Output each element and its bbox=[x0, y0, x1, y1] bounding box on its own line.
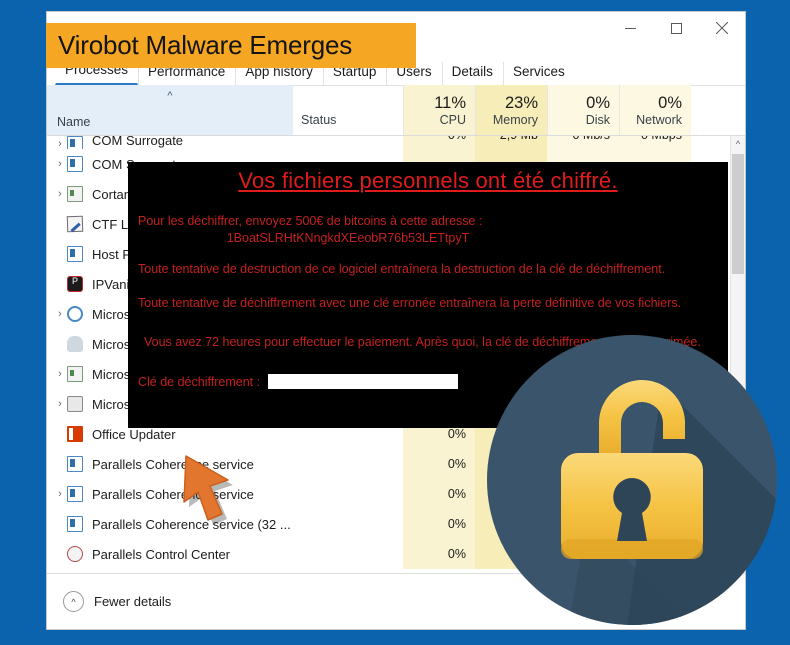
maximize-button[interactable] bbox=[653, 12, 699, 44]
process-disk: 0 Mb/s bbox=[547, 136, 619, 149]
tab-details[interactable]: Details bbox=[441, 62, 503, 85]
office-icon bbox=[67, 426, 83, 442]
screenshot-root: Task Manager Processes Performance App h… bbox=[0, 0, 790, 645]
process-name: COM Surrogate bbox=[92, 136, 184, 148]
network-total-value: 0% bbox=[658, 94, 682, 113]
scroll-up-icon[interactable]: ^ bbox=[731, 136, 745, 152]
cpu-total-value: 11% bbox=[434, 94, 466, 113]
bitcoin-address: 1BoatSLRHtKNngkdXEeobR76b53LETtpyT bbox=[226, 231, 470, 245]
ransom-warning-wrong-key: Toute tentative de déchiffrement avec un… bbox=[138, 296, 682, 310]
process-cpu: 0% bbox=[403, 449, 475, 479]
window-blue-icon bbox=[67, 136, 83, 149]
maximize-icon bbox=[670, 22, 682, 34]
window-blue-icon bbox=[67, 156, 83, 172]
window-green-icon bbox=[67, 186, 83, 202]
ransom-payment-instruction: Pour les déchiffrer, envoyez 500€ de bit… bbox=[138, 214, 483, 228]
column-header-cpu[interactable]: 11% CPU bbox=[403, 85, 475, 135]
shell-icon bbox=[67, 396, 83, 412]
table-row[interactable]: › COM Surrogate 0% 2,9 Mb 0 Mb/s 0 Mbps bbox=[47, 136, 745, 149]
expand-chevron-icon[interactable]: › bbox=[53, 308, 67, 320]
expand-chevron-icon[interactable]: › bbox=[53, 488, 67, 500]
process-cpu: 0% bbox=[403, 136, 475, 149]
process-cpu: 0% bbox=[403, 539, 475, 569]
column-header-network[interactable]: 0% Network bbox=[619, 85, 691, 135]
headline-text: Virobot Malware Emerges bbox=[58, 30, 353, 60]
ipvanish-icon bbox=[67, 276, 83, 292]
decryption-key-label: Clé de déchiffrement : bbox=[138, 374, 261, 389]
process-cpu: 0% bbox=[403, 509, 475, 539]
window-blue-icon bbox=[67, 456, 83, 472]
expand-chevron-icon[interactable]: › bbox=[53, 138, 67, 149]
column-header-disk-label: Disk bbox=[585, 113, 610, 128]
process-cpu: 0% bbox=[403, 479, 475, 509]
column-header-status-label: Status bbox=[301, 113, 337, 128]
decryption-key-row: Clé de déchiffrement : bbox=[138, 374, 459, 389]
expand-chevron-icon[interactable]: › bbox=[53, 368, 67, 380]
ransom-note-title: Vos fichiers personnels ont été chiffré. bbox=[238, 168, 618, 193]
column-header-disk[interactable]: 0% Disk bbox=[547, 85, 619, 135]
onedrive-cloud-icon bbox=[67, 336, 83, 352]
article-headline-banner: Virobot Malware Emerges bbox=[46, 23, 416, 68]
process-name: Office Updater bbox=[92, 426, 176, 442]
memory-total-value: 23% bbox=[504, 94, 538, 113]
column-header-cpu-label: CPU bbox=[439, 113, 466, 128]
column-header-name[interactable]: ^ Name bbox=[47, 85, 293, 135]
expand-chevron-icon[interactable]: › bbox=[53, 158, 67, 170]
open-padlock-icon bbox=[487, 335, 777, 625]
window-controls bbox=[607, 12, 745, 44]
process-network: 0 Mbps bbox=[619, 136, 691, 149]
column-header-network-label: Network bbox=[636, 113, 682, 128]
scrollbar-thumb[interactable] bbox=[732, 154, 744, 274]
pen-notepad-icon bbox=[66, 215, 84, 233]
column-header-status[interactable]: Status bbox=[293, 85, 403, 135]
edge-browser-icon bbox=[67, 306, 83, 322]
minimize-button[interactable] bbox=[607, 12, 653, 44]
close-button[interactable] bbox=[699, 12, 745, 44]
column-header-memory-label: Memory bbox=[492, 113, 538, 128]
parallels-icon bbox=[67, 546, 83, 562]
minimize-icon bbox=[624, 27, 636, 29]
decryption-key-input[interactable] bbox=[268, 374, 459, 389]
chevron-up-icon[interactable]: ^ bbox=[63, 591, 84, 612]
process-name: Parallels Control Center bbox=[92, 546, 231, 562]
orange-arrow-cursor-icon bbox=[178, 448, 252, 532]
fewer-details-button[interactable]: Fewer details bbox=[94, 594, 171, 609]
window-blue-icon bbox=[67, 516, 83, 532]
expand-chevron-icon[interactable]: › bbox=[53, 398, 67, 410]
close-icon bbox=[716, 22, 728, 34]
expand-chevron-icon[interactable]: › bbox=[53, 188, 67, 200]
window-blue-icon bbox=[67, 246, 83, 262]
window-green-icon bbox=[67, 366, 83, 382]
ransom-warning-destruction: Toute tentative de destruction de ce log… bbox=[138, 262, 666, 276]
sort-ascending-icon: ^ bbox=[167, 90, 173, 102]
window-blue-icon bbox=[67, 486, 83, 502]
table-header: ^ Name Status 11% CPU 23% Memory 0% Disk… bbox=[47, 85, 745, 136]
process-memory: 2,9 Mb bbox=[475, 136, 547, 149]
disk-total-value: 0% bbox=[586, 94, 610, 113]
tab-services[interactable]: Services bbox=[502, 62, 575, 85]
column-header-memory[interactable]: 23% Memory bbox=[475, 85, 547, 135]
